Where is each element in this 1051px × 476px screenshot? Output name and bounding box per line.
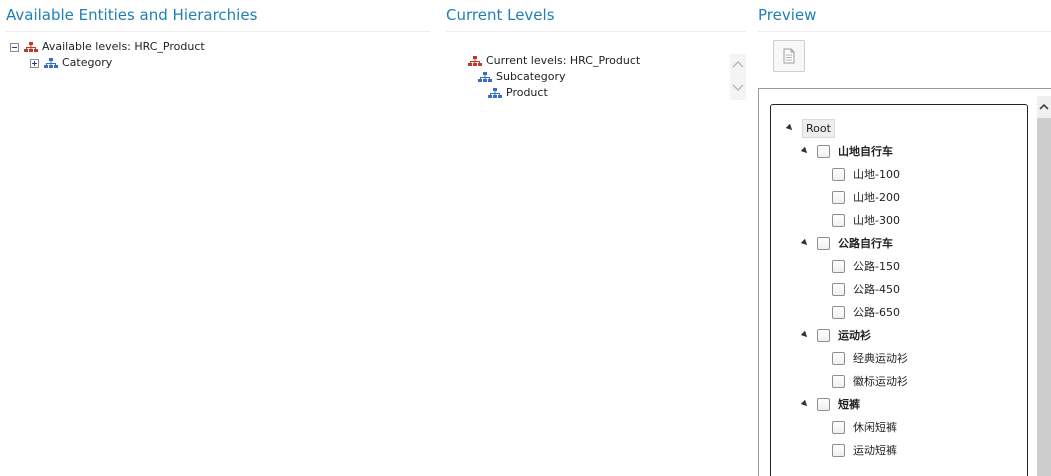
group-label: 短裤 [838, 398, 860, 411]
checkbox[interactable] [832, 374, 845, 388]
item-label: 公路-150 [853, 260, 900, 273]
checkbox[interactable] [817, 397, 830, 411]
preview-scrollbar[interactable] [1037, 96, 1051, 476]
item-label: 山地-200 [853, 191, 900, 204]
item-label: 山地-100 [853, 168, 900, 181]
preview-item[interactable]: 山地-100 [832, 164, 900, 184]
expanded-arrow-icon[interactable] [800, 330, 810, 340]
available-root-node[interactable]: Available levels: HRC_Product [10, 40, 205, 54]
item-label: 经典运动衫 [853, 352, 908, 365]
item-label: 公路-650 [853, 306, 900, 319]
expanded-arrow-icon[interactable] [800, 238, 810, 248]
hierarchy-blue-icon [478, 71, 492, 83]
current-root-label: Current levels: HRC_Product [486, 54, 641, 67]
category-label: Category [62, 56, 113, 69]
preview-item[interactable]: 山地-300 [832, 210, 900, 230]
current-levels-title: Current Levels [446, 6, 555, 24]
group-label: 公路自行车 [838, 237, 893, 250]
current-root-node[interactable]: Current levels: HRC_Product [468, 54, 640, 68]
level-order-scroller[interactable] [730, 54, 746, 100]
chevron-up-icon [1039, 103, 1049, 110]
preview-refresh-button[interactable] [773, 40, 805, 72]
root-label: Root [802, 118, 835, 138]
scroll-up-button[interactable] [1037, 96, 1051, 118]
level-label: Product [506, 86, 548, 99]
checkbox[interactable] [832, 167, 845, 181]
hierarchy-blue-icon [488, 87, 502, 99]
preview-item[interactable]: 山地-200 [832, 187, 900, 207]
item-label: 运动短裤 [853, 444, 897, 457]
preview-item[interactable]: 公路-150 [832, 256, 900, 276]
available-entities-title: Available Entities and Hierarchies [6, 6, 258, 24]
group-label: 运动衫 [838, 329, 871, 342]
checkbox[interactable] [817, 144, 830, 158]
hierarchy-red-icon [24, 41, 38, 53]
preview-item[interactable]: 公路-450 [832, 279, 900, 299]
expand-icon[interactable] [30, 58, 39, 68]
checkbox[interactable] [817, 328, 830, 342]
preview-group-node[interactable]: 公路自行车 [800, 233, 893, 253]
divider [6, 31, 430, 32]
expanded-arrow-icon[interactable] [800, 399, 810, 409]
move-up-icon [732, 60, 744, 68]
checkbox[interactable] [817, 236, 830, 250]
preview-item[interactable]: 经典运动衫 [832, 348, 908, 368]
current-level-item[interactable]: Product [488, 86, 548, 100]
group-label: 山地自行车 [838, 145, 893, 158]
checkbox[interactable] [832, 213, 845, 227]
hierarchy-red-icon [468, 55, 482, 67]
divider [446, 31, 746, 32]
checkbox[interactable] [832, 420, 845, 434]
item-label: 山地-300 [853, 214, 900, 227]
preview-title: Preview [758, 6, 817, 24]
preview-group-node[interactable]: 运动衫 [800, 325, 871, 345]
hierarchy-blue-icon [44, 57, 58, 69]
checkbox[interactable] [832, 259, 845, 273]
item-label: 徽标运动衫 [853, 375, 908, 388]
expanded-arrow-icon[interactable] [785, 123, 795, 133]
preview-item[interactable]: 徽标运动衫 [832, 371, 908, 391]
checkbox[interactable] [832, 443, 845, 457]
available-category-node[interactable]: Category [30, 56, 112, 70]
checkbox[interactable] [832, 305, 845, 319]
checkbox[interactable] [832, 351, 845, 365]
preview-item[interactable]: 运动短裤 [832, 440, 897, 460]
document-icon [783, 48, 795, 64]
preview-item[interactable]: 公路-650 [832, 302, 900, 322]
divider [758, 31, 1051, 32]
expanded-arrow-icon[interactable] [800, 146, 810, 156]
preview-group-node[interactable]: 山地自行车 [800, 141, 893, 161]
checkbox[interactable] [832, 190, 845, 204]
preview-root-node[interactable]: Root [785, 118, 835, 138]
available-root-label: Available levels: HRC_Product [42, 40, 205, 53]
item-label: 休闲短裤 [853, 421, 897, 434]
preview-group-node[interactable]: 短裤 [800, 394, 860, 414]
preview-item[interactable]: 休闲短裤 [832, 417, 897, 437]
current-level-item[interactable]: Subcategory [478, 70, 566, 84]
move-down-icon [732, 84, 744, 92]
level-label: Subcategory [496, 70, 566, 83]
checkbox[interactable] [832, 282, 845, 296]
collapse-icon[interactable] [10, 42, 19, 52]
item-label: 公路-450 [853, 283, 900, 296]
